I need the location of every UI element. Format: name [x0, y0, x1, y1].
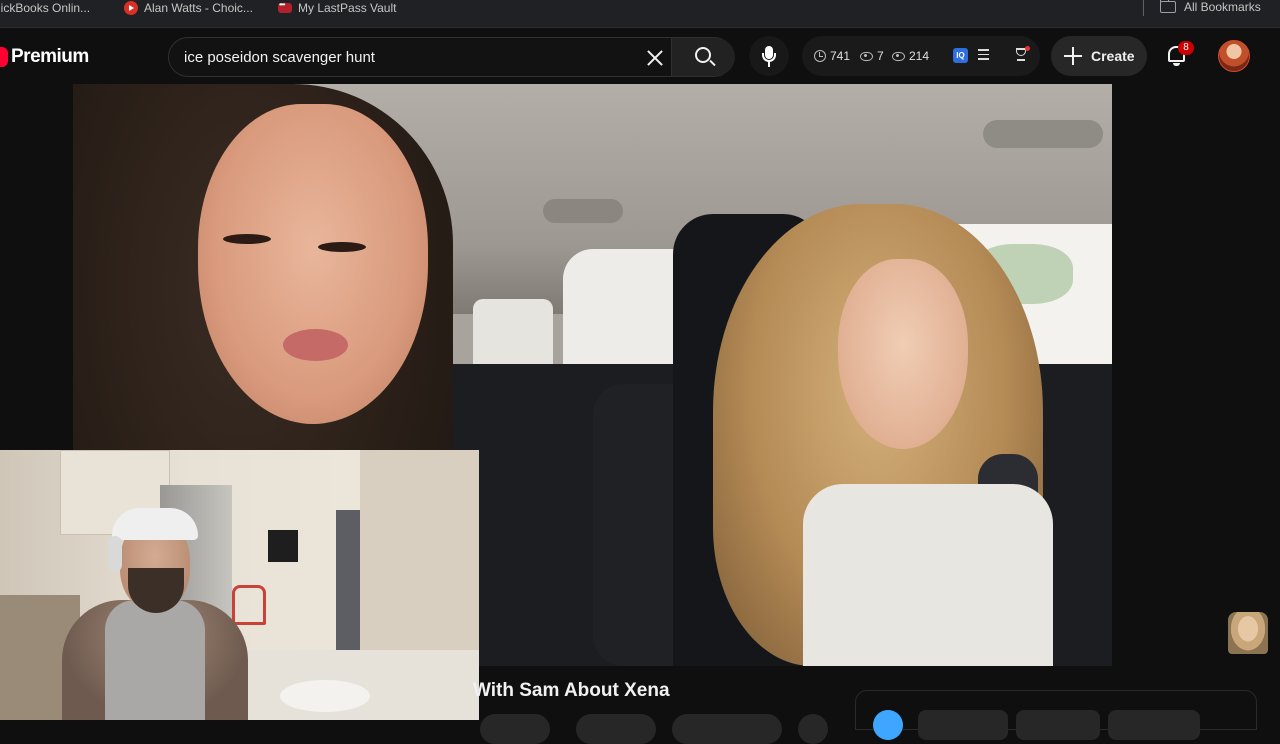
notification-badge: 8	[1178, 41, 1194, 55]
stat-clock-value: 741	[830, 49, 851, 63]
passenger-face	[838, 259, 968, 449]
youtube-icon	[124, 1, 138, 15]
notifications-button[interactable]: 8	[1158, 36, 1198, 76]
action-button[interactable]	[576, 714, 656, 744]
clock-icon	[814, 50, 826, 62]
list-menu-icon[interactable]	[978, 49, 989, 61]
stat-eye-b-value: 214	[909, 49, 930, 63]
voice-search-button[interactable]	[749, 36, 789, 76]
account-avatar[interactable]	[1218, 40, 1250, 72]
bookmark-quickbooks[interactable]: uickBooks Onlin...	[0, 0, 90, 16]
plus-icon	[1063, 46, 1083, 66]
stat-eye-b[interactable]: 214	[892, 49, 929, 63]
presenter-face	[198, 104, 428, 424]
search-button[interactable]	[671, 38, 735, 76]
extension-toolbar: 741 7 214 IQ	[802, 36, 1040, 76]
youtube-premium-logo[interactable]: Premium	[0, 46, 89, 68]
logo-text: Premium	[11, 46, 89, 67]
stat-clock[interactable]: 741	[814, 49, 850, 63]
video-title: With Sam About Xena	[473, 680, 670, 701]
eye-icon	[860, 51, 873, 61]
clear-search-icon[interactable]	[643, 46, 667, 70]
all-bookmarks-label: All Bookmarks	[1184, 0, 1261, 14]
create-button[interactable]: Create	[1051, 36, 1147, 76]
youtube-logo-icon	[0, 47, 8, 67]
youtube-header: Premium 741 7 214 IQ	[0, 28, 1280, 84]
action-button[interactable]	[480, 714, 550, 744]
filter-chip[interactable]	[1108, 710, 1200, 740]
channel-avatar-thumbnail[interactable]	[1228, 612, 1268, 654]
eye-icon	[892, 51, 905, 61]
bookmark-alan-watts[interactable]: Alan Watts - Choic...	[124, 0, 253, 16]
all-bookmarks-button[interactable]: All Bookmarks	[1159, 0, 1261, 14]
action-button[interactable]	[672, 714, 782, 744]
bookmarks-bar: uickBooks Onlin... Alan Watts - Choic...…	[0, 0, 1280, 28]
search-input[interactable]	[169, 38, 669, 76]
stat-eye-a[interactable]: 7	[860, 49, 884, 63]
bookmark-label: uickBooks Onlin...	[0, 1, 91, 15]
channel-icon[interactable]	[873, 710, 903, 740]
iq-extension-icon[interactable]: IQ	[953, 48, 968, 63]
folder-icon	[1159, 0, 1176, 13]
trophy-icon[interactable]	[1014, 46, 1030, 63]
bookmarks-divider	[1143, 0, 1144, 16]
bookmark-label: Alan Watts - Choic...	[144, 1, 253, 15]
lastpass-icon	[278, 0, 292, 13]
bookmark-label: My LastPass Vault	[298, 1, 397, 15]
filter-chip[interactable]	[1016, 710, 1100, 740]
action-button[interactable]	[798, 714, 828, 744]
webcam-overlay	[0, 450, 479, 720]
stat-eye-a-value: 7	[877, 49, 884, 63]
create-label: Create	[1091, 48, 1135, 64]
filter-chip[interactable]	[918, 710, 1008, 740]
bookmark-lastpass[interactable]: My LastPass Vault	[278, 0, 396, 16]
search-box	[168, 37, 735, 77]
